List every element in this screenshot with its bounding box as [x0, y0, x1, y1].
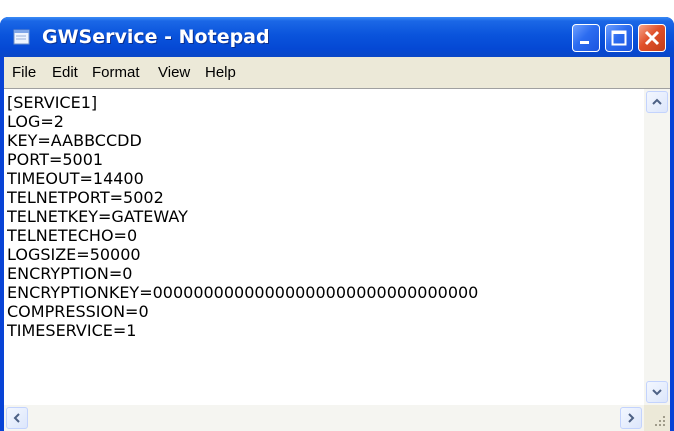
scroll-down-button[interactable]	[646, 381, 668, 403]
text-line: LOGSIZE=50000	[7, 245, 141, 264]
notepad-icon[interactable]	[13, 29, 31, 45]
chevron-down-icon	[652, 389, 662, 396]
text-line: TELNETECHO=0	[7, 226, 138, 245]
text-line: TELNETKEY=GATEWAY	[7, 207, 188, 226]
window-title: GWService - Notepad	[42, 26, 270, 48]
text-line: KEY=AABBCCDD	[7, 131, 142, 150]
maximize-button[interactable]	[605, 24, 633, 52]
menu-bar: File Edit Format View Help	[4, 57, 670, 88]
close-button[interactable]	[638, 24, 666, 52]
menu-format[interactable]: Format	[92, 57, 140, 88]
maximize-icon	[611, 30, 627, 46]
close-icon	[644, 30, 660, 46]
menu-file[interactable]: File	[12, 57, 36, 88]
horizontal-scrollbar[interactable]	[4, 405, 644, 431]
minimize-button[interactable]	[572, 24, 600, 52]
chevron-up-icon	[652, 98, 662, 105]
text-line: TELNETPORT=5002	[7, 188, 164, 207]
scroll-up-button[interactable]	[646, 91, 668, 113]
text-line: PORT=5001	[7, 150, 104, 169]
resize-grip[interactable]	[644, 405, 670, 431]
text-line: ENCRYPTION=0	[7, 264, 133, 283]
minimize-icon	[580, 41, 589, 44]
menu-view[interactable]: View	[158, 57, 190, 88]
menu-help[interactable]: Help	[205, 57, 236, 88]
text-line: ENCRYPTIONKEY=00000000000000000000000000…	[7, 283, 479, 302]
resize-grip-icon	[655, 416, 665, 426]
text-line: LOG=2	[7, 112, 64, 131]
editor-area[interactable]: [SERVICE1] LOG=2 KEY=AABBCCDD PORT=5001 TIME…	[4, 88, 670, 431]
text-line: [SERVICE1]	[7, 93, 98, 112]
chevron-left-icon	[13, 413, 20, 423]
scroll-right-button[interactable]	[620, 407, 642, 429]
text-line: TIMESERVICE=1	[7, 321, 137, 340]
vertical-scrollbar[interactable]	[644, 89, 670, 405]
chevron-right-icon	[628, 413, 635, 423]
title-bar[interactable]: GWService - Notepad	[0, 17, 674, 57]
scroll-left-button[interactable]	[6, 407, 28, 429]
text-line: COMPRESSION=0	[7, 302, 149, 321]
document-text[interactable]: [SERVICE1] LOG=2 KEY=AABBCCDD PORT=5001 TIME…	[7, 93, 642, 403]
menu-edit[interactable]: Edit	[52, 57, 78, 88]
text-line: TIMEOUT=14400	[7, 169, 144, 188]
notepad-window: GWService - Notepad File Edit Format Vie…	[0, 17, 674, 431]
